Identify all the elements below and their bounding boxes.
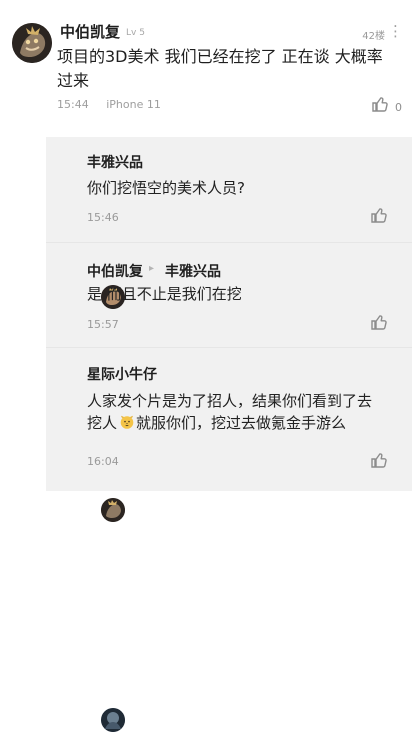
reply-time: 15:57 [87, 318, 119, 331]
thumbs-up-icon[interactable] [371, 95, 389, 113]
reply-item: 星际小牛仔 人家发个片是为了招人，结果你们看到了去挖人 就服你们，挖过去做氪金手… [46, 348, 412, 732]
reply-text: 你们挖悟空的美术人员? [87, 179, 245, 197]
reply-item: 丰雅兴品 你们挖悟空的美术人员? 15:46 [46, 137, 412, 309]
reply-thread: 丰雅兴品 你们挖悟空的美术人员? 15:46 中伯凯复 ▸ 丰雅兴品 是 而且不… [46, 137, 412, 732]
thumbs-up-icon[interactable] [370, 451, 388, 469]
reply-text-part: 就服你们，挖过去做氪金手游么 [136, 414, 347, 432]
main-comment-like-count: 0 [395, 101, 402, 114]
reply-time: 15:46 [87, 211, 119, 224]
floor-number: 42楼 [362, 31, 385, 42]
main-comment-meta: 15:44 iPhone 11 [57, 98, 161, 111]
user-level-badge: Lv 5 [126, 28, 145, 38]
main-user-avatar[interactable] [12, 23, 52, 63]
reply-time: 16:04 [87, 455, 119, 468]
vertical-ellipsis-icon[interactable]: ⋮ [388, 22, 403, 40]
main-comment-device: iPhone 11 [106, 98, 161, 111]
main-comment-time: 15:44 [57, 98, 89, 111]
reply-user-avatar[interactable] [101, 708, 125, 732]
reply-text: 人家发个片是为了招人，结果你们看到了去挖人 就服你们，挖过去做氪金手游么 [87, 390, 383, 434]
reply-target-username[interactable]: 丰雅兴品 [165, 261, 221, 281]
thumbs-up-icon[interactable] [370, 313, 388, 331]
reply-username[interactable]: 丰雅兴品 [87, 152, 143, 172]
reply-item: 中伯凯复 ▸ 丰雅兴品 是 而且不止是我们在挖 15:57 [46, 243, 412, 522]
dog-face-emoji-icon [119, 414, 135, 430]
reply-username[interactable]: 星际小牛仔 [87, 364, 157, 384]
reply-text: 是 而且不止是我们在挖 [87, 285, 242, 303]
reply-arrow-icon: ▸ [149, 263, 155, 274]
main-comment-username[interactable]: 中伯凯复 [60, 25, 120, 40]
thumbs-up-icon[interactable] [370, 206, 388, 224]
reply-username[interactable]: 中伯凯复 [87, 261, 143, 281]
reply-user-avatar[interactable] [101, 498, 125, 522]
main-comment-text: 项目的3D美术 我们已经在挖了 正在谈 大概率过来 [57, 47, 383, 90]
main-comment: 中伯凯复 Lv 5 42楼 ⋮ 项目的3D美术 我们已经在挖了 正在谈 大概率过… [0, 0, 412, 128]
